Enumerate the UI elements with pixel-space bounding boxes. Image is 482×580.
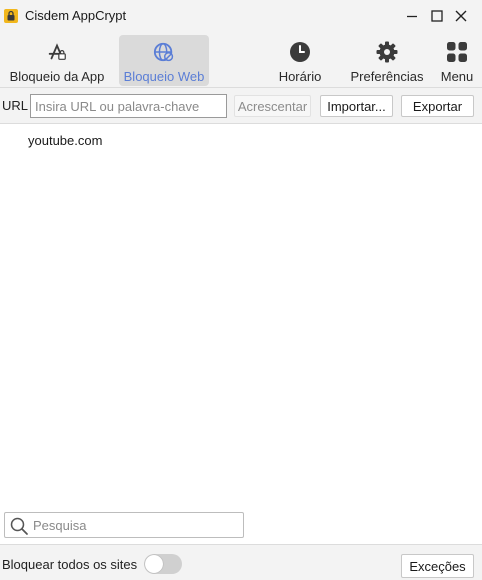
toggle-knob bbox=[145, 555, 163, 573]
search-box[interactable] bbox=[4, 512, 244, 538]
tab-schedule-label: Horário bbox=[278, 69, 322, 84]
tab-app-lock-label: Bloqueio da App bbox=[9, 69, 105, 84]
web-block-icon bbox=[153, 41, 175, 63]
import-button[interactable]: Importar... bbox=[320, 95, 393, 117]
tab-web-block-label: Bloqueio Web bbox=[123, 69, 205, 84]
gear-icon bbox=[376, 41, 398, 63]
tab-schedule[interactable]: Horário bbox=[271, 35, 329, 86]
tab-menu-label: Menu bbox=[440, 69, 474, 84]
app-lock-icon bbox=[46, 41, 68, 63]
maximize-icon[interactable] bbox=[428, 7, 446, 25]
footer-bar: Bloquear todos os sites Exceções bbox=[0, 544, 482, 580]
title-bar: Cisdem AppCrypt bbox=[0, 0, 482, 32]
list-item[interactable]: youtube.com bbox=[28, 133, 102, 148]
tab-menu[interactable]: Menu bbox=[436, 35, 478, 86]
url-input[interactable] bbox=[30, 94, 227, 118]
window-title: Cisdem AppCrypt bbox=[25, 8, 127, 23]
search-icon bbox=[10, 517, 28, 535]
tab-app-lock[interactable]: Bloqueio da App bbox=[4, 35, 110, 86]
close-icon[interactable] bbox=[452, 7, 470, 25]
grid-icon bbox=[446, 41, 468, 63]
main-toolbar: Bloqueio da App Bloqueio Web Horário Pre… bbox=[0, 32, 482, 88]
url-entry-bar: URL Acrescentar Importar... Exportar bbox=[0, 88, 482, 124]
lock-app-icon bbox=[4, 9, 18, 23]
tab-preferences[interactable]: Preferências bbox=[347, 35, 427, 86]
add-button[interactable]: Acrescentar bbox=[234, 95, 311, 117]
tab-web-block[interactable]: Bloqueio Web bbox=[119, 35, 209, 86]
blocked-sites-list: youtube.com bbox=[0, 124, 482, 504]
url-label: URL bbox=[2, 98, 29, 113]
clock-icon bbox=[289, 41, 311, 63]
tab-preferences-label: Preferências bbox=[350, 69, 424, 84]
block-all-label: Bloquear todos os sites bbox=[2, 557, 138, 572]
exceptions-button[interactable]: Exceções bbox=[401, 554, 474, 578]
search-input[interactable] bbox=[33, 515, 238, 535]
block-all-toggle[interactable] bbox=[144, 554, 182, 574]
minimize-icon[interactable] bbox=[403, 7, 421, 25]
export-button[interactable]: Exportar bbox=[401, 95, 474, 117]
